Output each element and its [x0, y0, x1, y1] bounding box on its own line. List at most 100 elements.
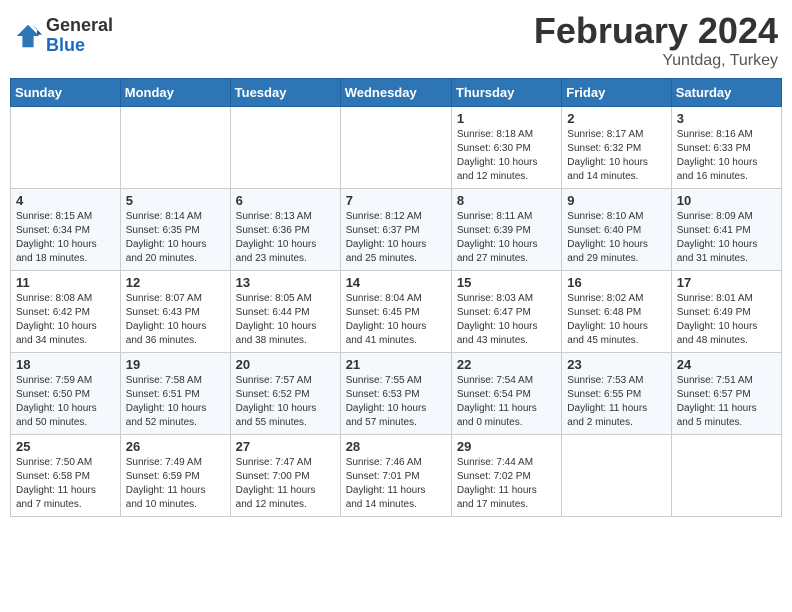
calendar-subtitle: Yuntdag, Turkey: [534, 52, 778, 70]
day-number: 23: [567, 357, 665, 372]
day-number: 9: [567, 193, 665, 208]
day-number: 16: [567, 275, 665, 290]
day-info: Sunrise: 8:04 AM Sunset: 6:45 PM Dayligh…: [346, 292, 446, 348]
calendar-week-4: 18 Sunrise: 7:59 AM Sunset: 6:50 PM Dayli…: [11, 353, 782, 435]
day-number: 17: [677, 275, 776, 290]
day-info: Sunrise: 8:12 AM Sunset: 6:37 PM Dayligh…: [346, 210, 446, 266]
logo-icon: [14, 22, 42, 50]
day-info: Sunrise: 8:07 AM Sunset: 6:43 PM Dayligh…: [126, 292, 225, 348]
day-number: 12: [126, 275, 225, 290]
calendar-cell: 10 Sunrise: 8:09 AM Sunset: 6:41 PM Dayli…: [671, 189, 781, 271]
day-number: 24: [677, 357, 776, 372]
day-number: 10: [677, 193, 776, 208]
calendar-cell: 18 Sunrise: 7:59 AM Sunset: 6:50 PM Dayli…: [11, 353, 121, 435]
calendar-cell: 6Sunrise: 8:13 AM Sunset: 6:36 PM Daylig…: [230, 189, 340, 271]
day-info: Sunrise: 7:59 AM Sunset: 6:50 PM Dayligh…: [16, 374, 115, 430]
weekday-header-tuesday: Tuesday: [230, 79, 340, 107]
day-info: Sunrise: 7:47 AM Sunset: 7:00 PM Dayligh…: [236, 456, 335, 512]
day-number: 4: [16, 193, 115, 208]
day-number: 5: [126, 193, 225, 208]
weekday-header-wednesday: Wednesday: [340, 79, 451, 107]
calendar-cell: 21Sunrise: 7:55 AM Sunset: 6:53 PM Dayli…: [340, 353, 451, 435]
calendar-cell: 26 Sunrise: 7:49 AM Sunset: 6:59 PM Dayli…: [120, 435, 230, 517]
day-info: Sunrise: 7:54 AM Sunset: 6:54 PM Dayligh…: [457, 374, 556, 430]
calendar-cell: 2Sunrise: 8:17 AM Sunset: 6:32 PM Daylig…: [562, 107, 671, 189]
calendar-cell: 4 Sunrise: 8:15 AM Sunset: 6:34 PM Daylig…: [11, 189, 121, 271]
calendar-week-5: 25Sunrise: 7:50 AM Sunset: 6:58 PM Dayli…: [11, 435, 782, 517]
day-number: 14: [346, 275, 446, 290]
day-number: 28: [346, 439, 446, 454]
day-info: Sunrise: 7:44 AM Sunset: 7:02 PM Dayligh…: [457, 456, 556, 512]
calendar-cell: 1 Sunrise: 8:18 AM Sunset: 6:30 PM Daylig…: [451, 107, 561, 189]
calendar-cell: [671, 435, 781, 517]
day-number: 11: [16, 275, 115, 290]
day-info: Sunrise: 8:03 AM Sunset: 6:47 PM Dayligh…: [457, 292, 556, 348]
calendar-cell: [562, 435, 671, 517]
day-number: 18: [16, 357, 115, 372]
day-info: Sunrise: 8:11 AM Sunset: 6:39 PM Dayligh…: [457, 210, 556, 266]
calendar-cell: 9 Sunrise: 8:10 AM Sunset: 6:40 PM Daylig…: [562, 189, 671, 271]
calendar-cell: 20 Sunrise: 7:57 AM Sunset: 6:52 PM Dayli…: [230, 353, 340, 435]
weekday-header-thursday: Thursday: [451, 79, 561, 107]
day-info: Sunrise: 7:53 AM Sunset: 6:55 PM Dayligh…: [567, 374, 665, 430]
day-number: 27: [236, 439, 335, 454]
calendar-cell: 3Sunrise: 8:16 AM Sunset: 6:33 PM Daylig…: [671, 107, 781, 189]
day-number: 22: [457, 357, 556, 372]
day-number: 1: [457, 111, 556, 126]
day-info: Sunrise: 8:01 AM Sunset: 6:49 PM Dayligh…: [677, 292, 776, 348]
calendar-cell: 11 Sunrise: 8:08 AM Sunset: 6:42 PM Dayli…: [11, 271, 121, 353]
calendar-cell: 8 Sunrise: 8:11 AM Sunset: 6:39 PM Daylig…: [451, 189, 561, 271]
calendar-week-3: 11 Sunrise: 8:08 AM Sunset: 6:42 PM Dayli…: [11, 271, 782, 353]
title-block: February 2024 Yuntdag, Turkey: [534, 10, 778, 70]
weekday-header-friday: Friday: [562, 79, 671, 107]
day-info: Sunrise: 7:49 AM Sunset: 6:59 PM Dayligh…: [126, 456, 225, 512]
day-info: Sunrise: 8:15 AM Sunset: 6:34 PM Dayligh…: [16, 210, 115, 266]
calendar-week-2: 4 Sunrise: 8:15 AM Sunset: 6:34 PM Daylig…: [11, 189, 782, 271]
calendar-cell: 13 Sunrise: 8:05 AM Sunset: 6:44 PM Dayli…: [230, 271, 340, 353]
day-number: 6: [236, 193, 335, 208]
day-info: Sunrise: 8:14 AM Sunset: 6:35 PM Dayligh…: [126, 210, 225, 266]
day-info: Sunrise: 7:51 AM Sunset: 6:57 PM Dayligh…: [677, 374, 776, 430]
logo-general-text: General: [46, 16, 113, 36]
calendar-cell: 28 Sunrise: 7:46 AM Sunset: 7:01 PM Dayli…: [340, 435, 451, 517]
calendar-cell: 16Sunrise: 8:02 AM Sunset: 6:48 PM Dayli…: [562, 271, 671, 353]
calendar-cell: 22 Sunrise: 7:54 AM Sunset: 6:54 PM Dayli…: [451, 353, 561, 435]
day-number: 15: [457, 275, 556, 290]
weekday-header-sunday: Sunday: [11, 79, 121, 107]
day-info: Sunrise: 7:55 AM Sunset: 6:53 PM Dayligh…: [346, 374, 446, 430]
day-number: 8: [457, 193, 556, 208]
calendar-cell: 24 Sunrise: 7:51 AM Sunset: 6:57 PM Dayli…: [671, 353, 781, 435]
day-number: 3: [677, 111, 776, 126]
calendar-cell: 29 Sunrise: 7:44 AM Sunset: 7:02 PM Dayli…: [451, 435, 561, 517]
calendar-cell: 25Sunrise: 7:50 AM Sunset: 6:58 PM Dayli…: [11, 435, 121, 517]
day-info: Sunrise: 7:50 AM Sunset: 6:58 PM Dayligh…: [16, 456, 115, 512]
day-info: Sunrise: 8:10 AM Sunset: 6:40 PM Dayligh…: [567, 210, 665, 266]
day-info: Sunrise: 7:57 AM Sunset: 6:52 PM Dayligh…: [236, 374, 335, 430]
day-info: Sunrise: 7:46 AM Sunset: 7:01 PM Dayligh…: [346, 456, 446, 512]
calendar-cell: 7 Sunrise: 8:12 AM Sunset: 6:37 PM Daylig…: [340, 189, 451, 271]
day-number: 13: [236, 275, 335, 290]
calendar-cell: 23 Sunrise: 7:53 AM Sunset: 6:55 PM Dayli…: [562, 353, 671, 435]
day-number: 26: [126, 439, 225, 454]
calendar-cell: [11, 107, 121, 189]
day-info: Sunrise: 8:05 AM Sunset: 6:44 PM Dayligh…: [236, 292, 335, 348]
weekday-header-saturday: Saturday: [671, 79, 781, 107]
day-info: Sunrise: 7:58 AM Sunset: 6:51 PM Dayligh…: [126, 374, 225, 430]
calendar-cell: [340, 107, 451, 189]
day-info: Sunrise: 8:09 AM Sunset: 6:41 PM Dayligh…: [677, 210, 776, 266]
day-number: 29: [457, 439, 556, 454]
calendar-cell: [120, 107, 230, 189]
calendar-cell: 27 Sunrise: 7:47 AM Sunset: 7:00 PM Dayli…: [230, 435, 340, 517]
day-number: 7: [346, 193, 446, 208]
day-info: Sunrise: 8:18 AM Sunset: 6:30 PM Dayligh…: [457, 128, 556, 184]
calendar-cell: 17 Sunrise: 8:01 AM Sunset: 6:49 PM Dayli…: [671, 271, 781, 353]
day-number: 20: [236, 357, 335, 372]
day-info: Sunrise: 8:08 AM Sunset: 6:42 PM Dayligh…: [16, 292, 115, 348]
calendar-cell: [230, 107, 340, 189]
day-number: 19: [126, 357, 225, 372]
page-header: General Blue February 2024 Yuntdag, Turk…: [10, 10, 782, 70]
calendar-cell: 5 Sunrise: 8:14 AM Sunset: 6:35 PM Daylig…: [120, 189, 230, 271]
weekday-header-monday: Monday: [120, 79, 230, 107]
calendar-table: SundayMondayTuesdayWednesdayThursdayFrid…: [10, 78, 782, 517]
weekday-header-row: SundayMondayTuesdayWednesdayThursdayFrid…: [11, 79, 782, 107]
